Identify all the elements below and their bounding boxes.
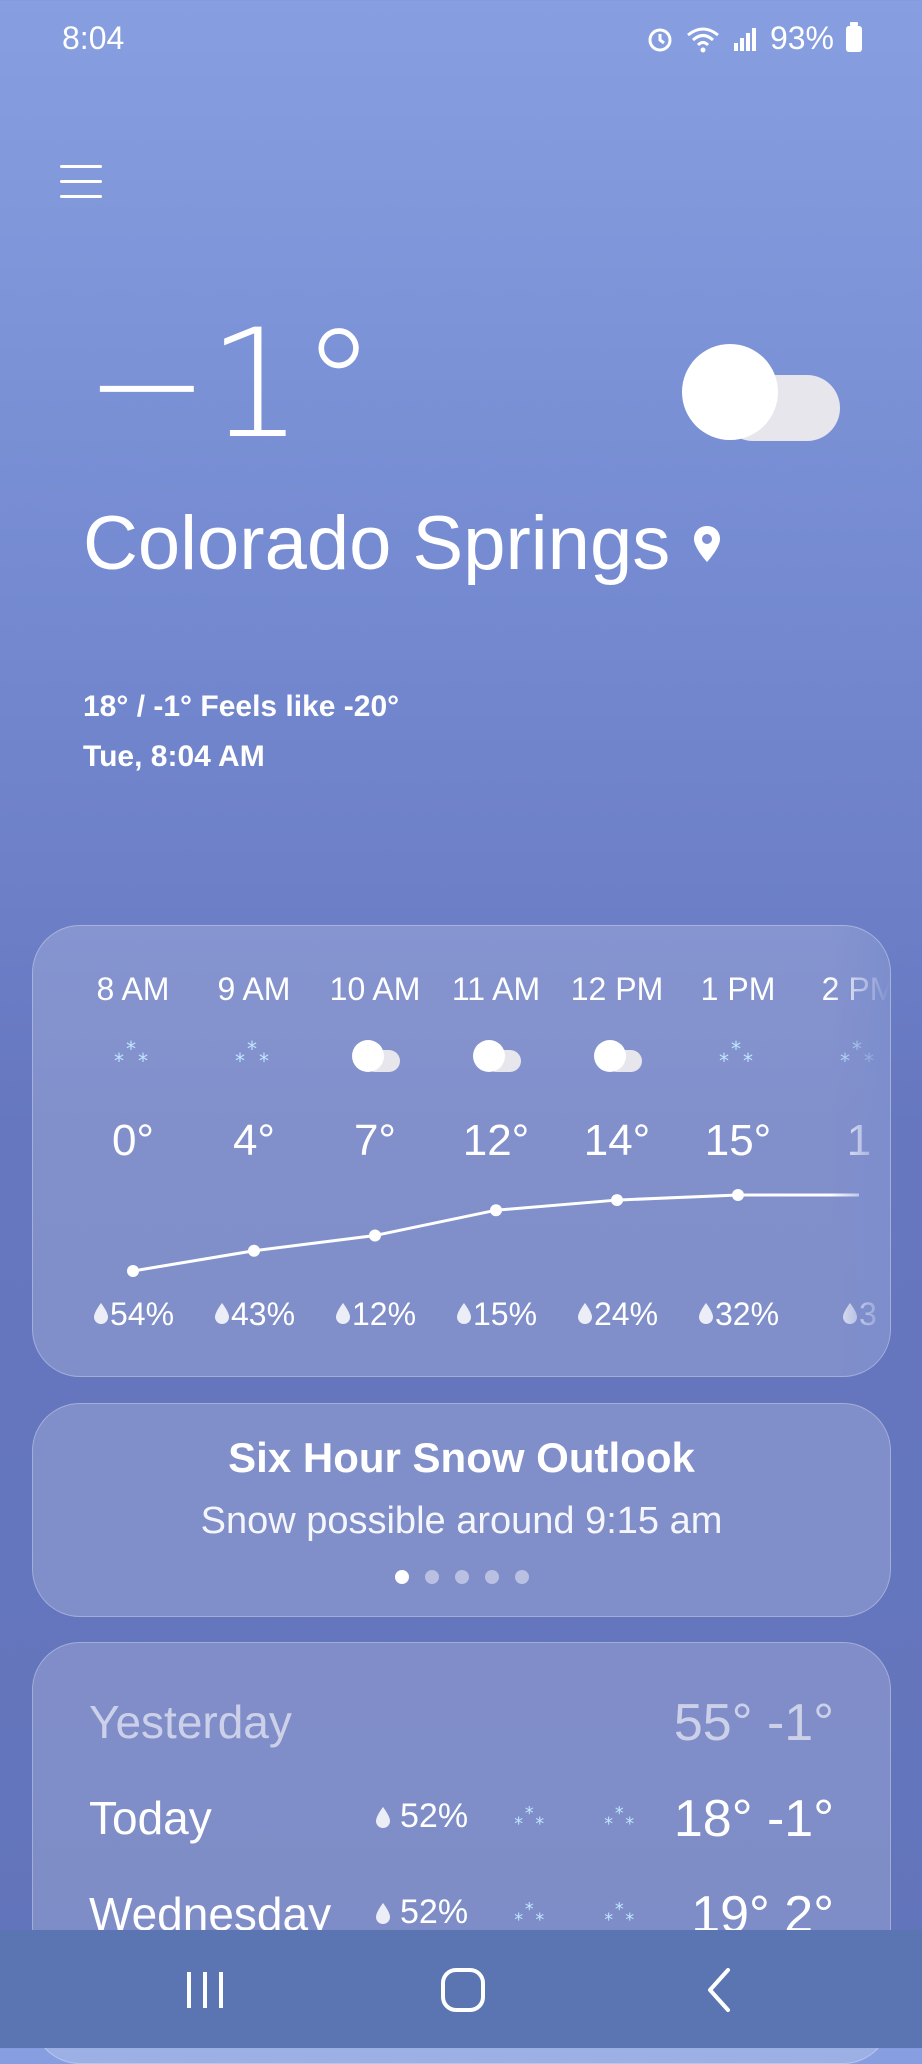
navigation-bar	[0, 1930, 922, 2048]
location-pin-icon	[694, 525, 721, 562]
status-time: 8:04	[62, 20, 125, 56]
daily-row[interactable]: Today 52% * * * * * * 18° -1°	[89, 1781, 834, 1861]
night-icon: * * *	[599, 1897, 643, 1933]
day-precip-value: 52%	[400, 1893, 469, 1931]
outlook-title: Six Hour Snow Outlook	[228, 1434, 695, 1481]
trend-point	[369, 1229, 381, 1242]
page-dot[interactable]	[514, 1570, 529, 1584]
snow-icon: * * *	[514, 1900, 544, 1931]
svg-text:*: *	[604, 1815, 613, 1835]
day-precip: 52%	[374, 1893, 468, 1932]
signal-icon	[733, 27, 756, 51]
day-hilo: 18° -1°	[673, 1790, 834, 1848]
svg-text:*: *	[625, 1815, 634, 1835]
scroll-fade	[830, 926, 890, 1376]
alarm-icon	[648, 28, 672, 51]
day-hilo: 55° -1°	[673, 1694, 834, 1752]
day-icon: * * *	[509, 1897, 553, 1933]
battery-percent: 93%	[769, 20, 834, 56]
temperature-trend-line	[127, 1189, 859, 1277]
page-dot[interactable]	[454, 1570, 469, 1584]
page-dot[interactable]	[424, 1570, 439, 1584]
current-datetime: Tue, 8:04 AM	[83, 740, 265, 773]
snow-icon: * * *	[604, 1804, 634, 1835]
svg-text:*: *	[615, 1900, 624, 1920]
precipitation-drop-icon	[376, 1902, 390, 1924]
snow-outlook-card[interactable]: Six Hour Snow Outlook Snow possible arou…	[32, 1403, 891, 1617]
recent-apps-button[interactable]	[175, 1960, 235, 2020]
trend-point	[732, 1189, 744, 1201]
snow-icon: * * *	[604, 1900, 634, 1931]
svg-text:*: *	[535, 1911, 544, 1931]
day-precip: 52%	[374, 1797, 468, 1836]
snow-icon: * * *	[514, 1804, 544, 1835]
home-button[interactable]	[433, 1960, 493, 2020]
city-name: Colorado Springs	[83, 501, 671, 586]
day-name: Today	[89, 1792, 212, 1844]
page-indicator	[33, 1570, 890, 1584]
battery-icon	[846, 21, 862, 52]
trend-point	[611, 1194, 623, 1207]
trend-point	[490, 1204, 502, 1217]
trend-point	[127, 1265, 139, 1277]
svg-text:*: *	[514, 1911, 523, 1931]
svg-text:*: *	[514, 1815, 523, 1835]
day-icon: * * *	[509, 1801, 553, 1837]
svg-text:*: *	[604, 1911, 613, 1931]
location-title[interactable]: Colorado Springs	[83, 500, 722, 587]
page-dot[interactable]	[394, 1570, 409, 1584]
trend-point	[248, 1244, 260, 1257]
day-name: Yesterday	[89, 1696, 292, 1748]
night-icon: * * *	[599, 1801, 643, 1837]
wifi-icon	[687, 27, 719, 52]
back-button[interactable]	[690, 1960, 750, 2020]
svg-text:*: *	[525, 1900, 534, 1920]
hourly-forecast-card[interactable]: 8 AM * * * 0° 54% 9 AM * * * 4° 43% 10 A…	[32, 925, 891, 1377]
page-dot[interactable]	[484, 1570, 499, 1584]
day-precip-value: 52%	[400, 1797, 469, 1835]
svg-text:*: *	[535, 1815, 544, 1835]
outlook-subtitle: Snow possible around 9:15 am	[200, 1500, 723, 1542]
svg-text:*: *	[615, 1804, 624, 1824]
svg-text:*: *	[625, 1911, 634, 1931]
hilo-feels-like: 18° / -1° Feels like -20°	[83, 690, 400, 723]
menu-button[interactable]	[60, 165, 102, 210]
partly-cloudy-icon	[682, 344, 840, 441]
precipitation-drop-icon	[376, 1806, 390, 1828]
svg-text:*: *	[525, 1804, 534, 1824]
status-icons: 93%	[646, 20, 862, 57]
current-temp: −1°	[84, 298, 376, 472]
daily-row[interactable]: Yesterday 55° -1°	[89, 1685, 834, 1765]
